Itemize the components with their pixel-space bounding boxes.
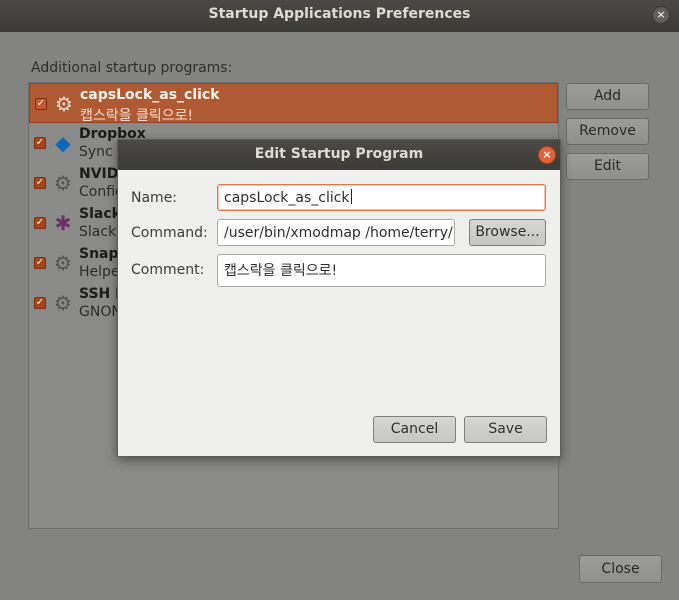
program-name: Slack <box>79 206 121 222</box>
program-name: capsLock_as_click <box>80 87 220 103</box>
program-description: Helpe <box>79 264 120 280</box>
program-description: Slack <box>79 224 117 240</box>
slack-icon: ✱ <box>54 211 72 235</box>
command-field[interactable]: /user/bin/xmodmap /home/terry/ <box>217 219 455 246</box>
edit-button[interactable]: Edit <box>566 153 649 180</box>
name-label: Name: <box>131 190 178 206</box>
save-button[interactable]: Save <box>464 416 547 443</box>
program-checkbox[interactable]: ✓ <box>35 98 47 110</box>
dialog-close-icon[interactable]: × <box>538 146 556 164</box>
dialog-titlebar[interactable]: Edit Startup Program × <box>118 140 560 170</box>
remove-button[interactable]: Remove <box>566 118 649 145</box>
program-name: Snap <box>79 246 119 262</box>
window-close-icon[interactable]: × <box>652 6 670 24</box>
program-checkbox[interactable]: ✓ <box>34 297 46 309</box>
gear-icon: ⚙ <box>54 251 72 275</box>
program-checkbox[interactable]: ✓ <box>34 257 46 269</box>
dialog-title: Edit Startup Program <box>254 146 424 162</box>
browse-button[interactable]: Browse... <box>469 219 546 246</box>
text-caret <box>350 189 352 204</box>
cancel-button[interactable]: Cancel <box>373 416 456 443</box>
dropbox-icon: ◆ <box>55 131 71 155</box>
program-description: 캡스락을 클릭으로! <box>80 108 194 124</box>
program-checkbox[interactable]: ✓ <box>34 137 46 149</box>
window-titlebar[interactable]: Startup Applications Preferences × <box>0 0 679 32</box>
name-field[interactable]: capsLock_as_click <box>217 184 546 211</box>
comment-label: Comment: <box>131 262 205 278</box>
gear-icon: ⚙ <box>54 291 72 315</box>
add-button[interactable]: Add <box>566 83 649 110</box>
window-title: Startup Applications Preferences <box>208 6 471 22</box>
comment-field[interactable]: 캡스락을 클릭으로! <box>217 254 546 287</box>
name-field-value: capsLock_as_click <box>224 190 350 206</box>
program-checkbox[interactable]: ✓ <box>34 177 46 189</box>
section-label: Additional startup programs: <box>31 60 233 76</box>
gear-icon: ⚙ <box>55 92 73 116</box>
program-checkbox[interactable]: ✓ <box>34 217 46 229</box>
close-button[interactable]: Close <box>579 555 662 583</box>
edit-startup-program-dialog: Edit Startup Program × Name: capsLock_as… <box>117 139 561 457</box>
program-description: GNON <box>79 304 122 320</box>
program-name: NVID <box>79 166 119 182</box>
gear-icon: ⚙ <box>54 171 72 195</box>
command-label: Command: <box>131 225 208 241</box>
program-row[interactable]: ✓ ⚙ capsLock_as_click 캡스락을 클릭으로! <box>29 83 558 124</box>
